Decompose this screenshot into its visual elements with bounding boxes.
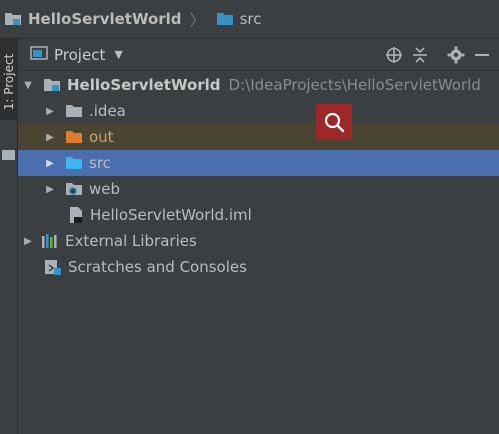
locate-icon[interactable] [381, 43, 407, 67]
source-folder-icon [216, 11, 234, 27]
tree-item-label: External Libraries [65, 232, 197, 250]
project-view-icon [30, 45, 48, 65]
chevron-right-icon[interactable]: ▶ [43, 184, 57, 195]
search-overlay-button[interactable] [316, 104, 352, 140]
structure-stripe-icon[interactable] [2, 150, 15, 160]
project-view-selector[interactable]: Project ▼ [30, 45, 123, 65]
chevron-down-icon[interactable]: ▼ [21, 80, 35, 91]
tree-item-label: src [89, 154, 111, 172]
chevron-down-icon: ▼ [114, 48, 123, 61]
tree-item-web[interactable]: ▶ web [18, 176, 499, 202]
folder-icon [65, 103, 83, 119]
breadcrumb-project-label: HelloServletWorld [28, 10, 182, 28]
scratches-icon [44, 258, 62, 276]
gear-icon[interactable] [443, 43, 469, 67]
tree-item-label: .idea [89, 102, 126, 120]
chevron-right-icon[interactable]: ▶ [43, 106, 57, 117]
web-folder-icon [65, 181, 83, 197]
project-view-title: Project [54, 45, 106, 64]
tree-item-label: HelloServletWorld.iml [90, 206, 252, 224]
excluded-folder-icon [65, 129, 83, 145]
tree-item-label: web [89, 180, 121, 198]
tree-item-out[interactable]: ▶ out [18, 124, 499, 150]
tree-root-label: HelloServletWorld [67, 76, 221, 94]
project-stripe-label: 1: Project [2, 53, 16, 111]
collapse-all-icon[interactable] [407, 43, 433, 67]
breadcrumb-separator: 〉 [189, 11, 206, 30]
breadcrumb-src[interactable]: src [216, 10, 262, 28]
tree-item-external-libraries[interactable]: ▶ External Libraries [18, 228, 499, 254]
tree-item-label: Scratches and Consoles [68, 258, 247, 276]
chevron-right-icon[interactable]: ▶ [21, 236, 35, 247]
project-stripe-button[interactable]: 1: Project [0, 39, 17, 120]
left-tool-stripe: 1: Project [0, 39, 18, 434]
tree-item-iml[interactable]: HelloServletWorld.iml [18, 202, 499, 228]
project-tree: ▼ HelloServletWorld D:\IdeaProjects\Hell… [18, 71, 499, 434]
project-folder-icon [43, 77, 61, 93]
breadcrumb-src-label: src [239, 10, 262, 28]
project-folder-icon [4, 11, 22, 27]
chevron-right-icon[interactable]: ▶ [43, 132, 57, 143]
navigation-bar: HelloServletWorld 〉 src [0, 0, 499, 39]
library-icon [41, 233, 59, 249]
source-folder-icon [65, 155, 83, 171]
tree-item-scratches[interactable]: Scratches and Consoles [18, 254, 499, 280]
tree-root[interactable]: ▼ HelloServletWorld D:\IdeaProjects\Hell… [18, 72, 499, 98]
breadcrumb-project[interactable]: HelloServletWorld [4, 10, 182, 28]
project-toolwindow-header: Project ▼ [18, 39, 499, 71]
search-icon [324, 112, 345, 133]
module-file-icon [68, 206, 84, 224]
tree-root-path: D:\IdeaProjects\HelloServletWorld [228, 76, 481, 94]
tree-item-src[interactable]: ▶ src [18, 150, 499, 176]
hide-icon[interactable] [469, 43, 495, 67]
tree-item-label: out [89, 128, 114, 146]
chevron-right-icon[interactable]: ▶ [43, 158, 57, 169]
tree-item-idea[interactable]: ▶ .idea [18, 98, 499, 124]
